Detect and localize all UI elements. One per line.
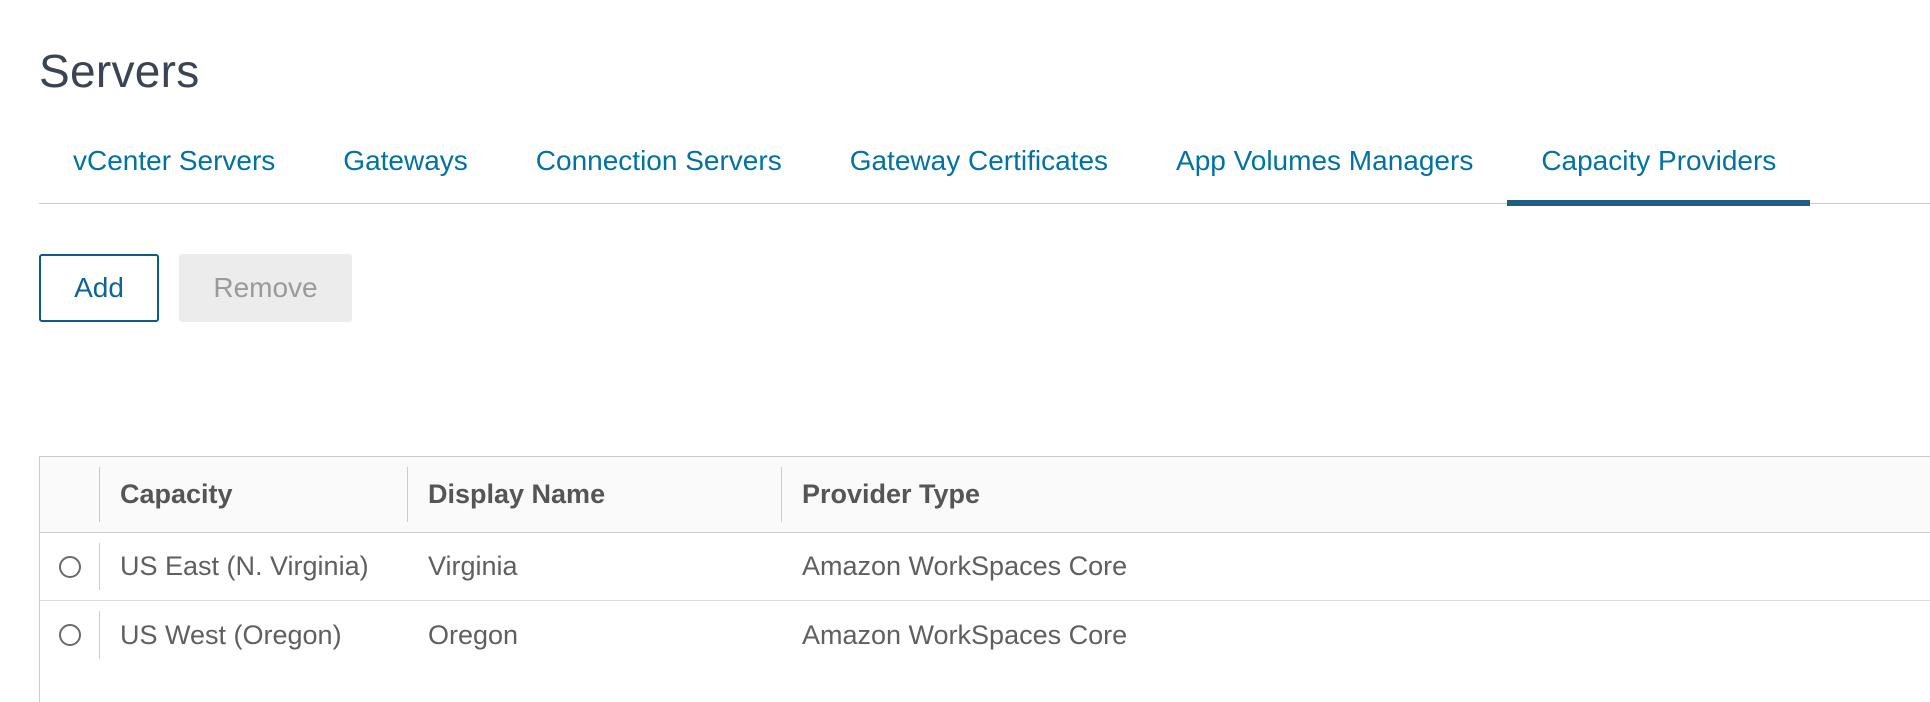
row-radio-button[interactable] xyxy=(59,624,81,646)
display-name-cell: Oregon xyxy=(428,619,519,650)
remove-button: Remove xyxy=(179,254,352,322)
column-header-capacity[interactable]: Capacity xyxy=(100,457,408,532)
tab-vcenter-servers[interactable]: vCenter Servers xyxy=(39,118,309,203)
column-header-provider-type[interactable]: Provider Type xyxy=(782,457,1930,532)
row-select-cell xyxy=(40,533,100,600)
capacity-cell: US West (Oregon) xyxy=(120,619,342,650)
tab-bar: vCenter Servers Gateways Connection Serv… xyxy=(39,118,1930,206)
display-name-cell: Virginia xyxy=(428,551,518,581)
add-button[interactable]: Add xyxy=(39,254,159,322)
tab-connection-servers[interactable]: Connection Servers xyxy=(502,118,816,203)
table-row[interactable]: US West (Oregon) Oregon Amazon WorkSpace… xyxy=(40,601,1930,669)
column-header-display-name[interactable]: Display Name xyxy=(408,457,782,532)
row-radio-button[interactable] xyxy=(59,555,81,578)
provider-type-cell: Amazon WorkSpaces Core xyxy=(802,551,1128,581)
table-row[interactable]: US East (N. Virginia) Virginia Amazon Wo… xyxy=(40,533,1930,601)
capacity-providers-table: Capacity Display Name Provider Type US E… xyxy=(39,456,1930,702)
page-title: Servers xyxy=(39,45,200,97)
tab-app-volumes-managers[interactable]: App Volumes Managers xyxy=(1142,118,1507,203)
row-select-cell xyxy=(40,601,100,669)
capacity-cell: US East (N. Virginia) xyxy=(120,551,369,581)
tab-gateways[interactable]: Gateways xyxy=(309,118,502,203)
table-header: Capacity Display Name Provider Type xyxy=(40,457,1930,533)
provider-type-cell: Amazon WorkSpaces Core xyxy=(802,619,1128,650)
servers-page: Servers vCenter Servers Gateways Connect… xyxy=(0,0,1930,702)
toolbar: Add Remove xyxy=(39,254,352,322)
tab-capacity-providers[interactable]: Capacity Providers xyxy=(1507,118,1811,206)
select-column-header xyxy=(40,457,100,532)
tab-gateway-certificates[interactable]: Gateway Certificates xyxy=(816,118,1142,203)
